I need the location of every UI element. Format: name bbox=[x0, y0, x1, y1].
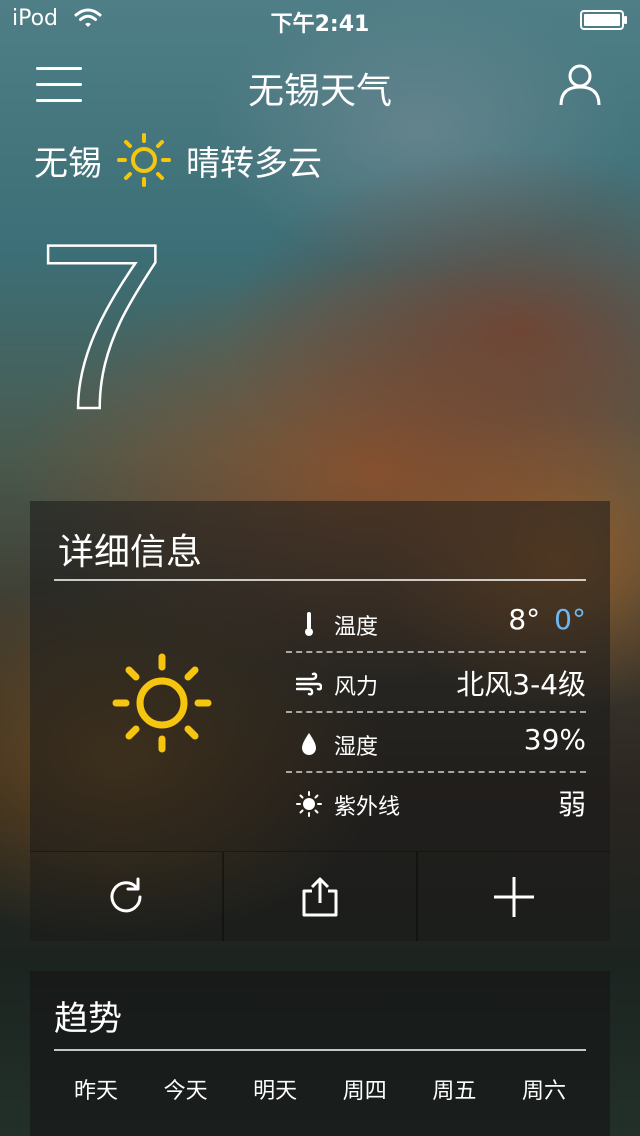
uv-sun-icon bbox=[296, 791, 322, 817]
wind-icon bbox=[296, 672, 322, 696]
status-time: 下午2:41 bbox=[270, 12, 370, 37]
sun-icon bbox=[117, 133, 171, 187]
large-sun-icon bbox=[112, 653, 212, 753]
temp-high: 8° bbox=[508, 603, 541, 636]
page-title: 无锡天气 bbox=[247, 71, 392, 112]
detail-row-humidity: 湿度 39% bbox=[286, 713, 586, 773]
refresh-button[interactable] bbox=[30, 851, 222, 941]
battery-icon bbox=[580, 10, 627, 30]
detail-label: 温度 bbox=[334, 615, 379, 640]
trend-days: 昨天 今天 明天 周四 周五 周六 bbox=[56, 1073, 584, 1105]
day-tab[interactable]: 周四 bbox=[325, 1073, 405, 1105]
detail-label: 湿度 bbox=[334, 735, 379, 760]
share-icon bbox=[302, 877, 338, 916]
day-tab[interactable]: 周五 bbox=[414, 1073, 494, 1105]
details-panel: 详细信息 温度 8° 0° 风力 北风3-4级 湿度 39% 紫外线 弱 bbox=[30, 501, 610, 851]
add-button[interactable] bbox=[416, 851, 610, 941]
detail-value: 8° 0° bbox=[508, 603, 586, 636]
location-summary: 无锡 晴转多云 bbox=[34, 130, 322, 190]
day-tab[interactable]: 昨天 bbox=[56, 1073, 136, 1105]
trend-panel: 趋势 昨天 今天 明天 周四 周五 周六 bbox=[30, 971, 610, 1136]
action-bar bbox=[30, 851, 610, 941]
detail-row-uv: 紫外线 弱 bbox=[286, 773, 586, 833]
temp-low: 0° bbox=[554, 603, 586, 636]
add-icon bbox=[494, 876, 534, 917]
divider bbox=[54, 1049, 586, 1051]
details-title: 详细信息 bbox=[58, 532, 203, 573]
detail-value: 弱 bbox=[557, 788, 586, 821]
detail-row-temperature: 温度 8° 0° bbox=[286, 593, 586, 653]
day-tab[interactable]: 明天 bbox=[235, 1073, 315, 1105]
detail-value: 39% bbox=[523, 723, 586, 756]
divider bbox=[54, 579, 586, 581]
day-tab[interactable]: 今天 bbox=[146, 1073, 226, 1105]
day-tab[interactable]: 周六 bbox=[504, 1073, 584, 1105]
refresh-icon bbox=[110, 877, 142, 912]
trend-title: 趋势 bbox=[54, 999, 122, 1039]
share-button[interactable] bbox=[222, 851, 416, 941]
thermometer-icon bbox=[305, 612, 313, 636]
drop-icon bbox=[302, 733, 316, 755]
detail-label: 风力 bbox=[334, 675, 379, 700]
current-temperature-value: 7 bbox=[36, 232, 167, 422]
city-name: 无锡 bbox=[34, 143, 102, 184]
weather-condition: 晴转多云 bbox=[186, 143, 322, 184]
details-list: 温度 8° 0° 风力 北风3-4级 湿度 39% 紫外线 弱 bbox=[286, 593, 586, 833]
detail-value: 北风3-4级 bbox=[456, 668, 586, 701]
status-bar: iPod 下午2:41 bbox=[0, 0, 640, 40]
detail-label: 紫外线 bbox=[334, 795, 401, 820]
detail-row-wind: 风力 北风3-4级 bbox=[286, 653, 586, 713]
user-icon[interactable] bbox=[558, 62, 602, 106]
current-temperature: 7 bbox=[36, 232, 169, 422]
nav-bar: 无锡天气 bbox=[0, 50, 640, 120]
